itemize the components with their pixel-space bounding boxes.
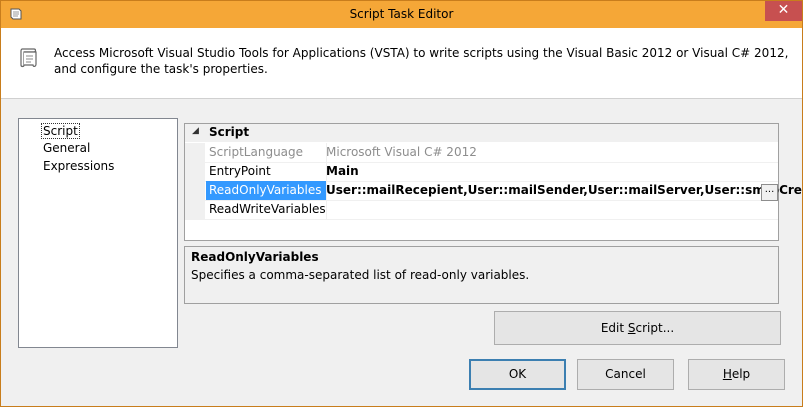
property-value[interactable] xyxy=(323,200,326,219)
category-header[interactable]: ◢ Script xyxy=(185,124,778,142)
property-row-readwritevariables[interactable]: ReadWriteVariables xyxy=(185,200,778,220)
nav-item-general[interactable]: General xyxy=(42,141,91,155)
help-button[interactable]: Help xyxy=(688,359,785,390)
header-panel: Access Microsoft Visual Studio Tools for… xyxy=(1,28,802,99)
property-name: EntryPoint xyxy=(206,162,327,181)
edit-script-button[interactable]: Edit Script... xyxy=(494,311,781,345)
property-name: ScriptLanguage xyxy=(206,143,327,162)
collapse-icon[interactable]: ◢ xyxy=(192,126,199,136)
property-grid: ◢ Script ScriptLanguage Microsoft Visual… xyxy=(184,123,802,241)
script-scroll-icon xyxy=(20,48,37,68)
nav-item-expressions[interactable]: Expressions xyxy=(42,159,115,173)
property-value[interactable]: User::mailRecepient,User::mailSender,Use… xyxy=(323,181,802,200)
browse-variables-button[interactable]: ... xyxy=(761,184,778,201)
navigation-list: Script General Expressions xyxy=(18,118,178,348)
window-title: Script Task Editor xyxy=(349,7,454,21)
category-label: Script xyxy=(209,125,250,139)
description-title: ReadOnlyVariables xyxy=(191,250,319,264)
title-bar[interactable]: Script Task Editor ✕ xyxy=(1,1,802,28)
property-row-entrypoint[interactable]: EntryPoint Main xyxy=(185,162,778,182)
nav-item-script[interactable]: Script xyxy=(41,123,80,139)
property-row-scriptlanguage[interactable]: ScriptLanguage Microsoft Visual C# 2012 xyxy=(185,143,778,163)
property-value[interactable]: Main xyxy=(323,162,359,181)
description-body: Specifies a comma-separated list of read… xyxy=(191,268,530,282)
header-description: Access Microsoft Visual Studio Tools for… xyxy=(54,46,789,76)
property-value: Microsoft Visual C# 2012 xyxy=(326,145,477,159)
script-task-editor-window: Script Task Editor ✕ Access Microsoft Vi… xyxy=(0,0,803,407)
cancel-button[interactable]: Cancel xyxy=(577,359,674,390)
property-row-readonlyvariables[interactable]: ReadOnlyVariables User::mailRecepient,Us… xyxy=(185,181,802,201)
property-name: ReadOnlyVariables xyxy=(206,181,327,200)
close-button[interactable]: ✕ xyxy=(765,1,802,21)
ok-button[interactable]: OK xyxy=(469,359,566,390)
property-name: ReadWriteVariables xyxy=(206,200,327,219)
property-description-panel: ReadOnlyVariables Specifies a comma-sepa… xyxy=(184,246,779,304)
